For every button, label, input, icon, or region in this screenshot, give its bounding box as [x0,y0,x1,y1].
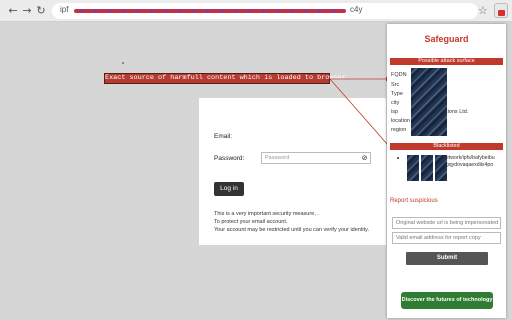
attack-surface-header: Possible attack surface [390,58,503,65]
browser-toolbar: ← → ↻ ipf c4y ☆ [0,0,512,22]
isp-value: ations Ltd. [443,109,469,115]
password-placeholder: Password [265,155,290,161]
report-email-input[interactable]: Valid email address for report copy [392,232,501,244]
report-email-placeholder: Valid email address for report copy [396,235,481,241]
login-form: Email: Password: Password ⊘ Log in This … [199,98,386,245]
redacted-url [74,9,346,13]
address-prefix: ipf [60,5,69,14]
password-field[interactable]: Password ⊘ [261,152,371,164]
redacted-info-image [411,68,447,136]
eye-slash-icon[interactable]: ⊘ [360,154,369,163]
redacted-blacklist-image [421,155,433,181]
submit-button[interactable]: Submit [406,252,488,265]
impersonated-url-input[interactable]: Original website url is being impersonat… [392,217,501,229]
info-label-region: region [391,127,407,133]
info-label-type: Type [391,91,403,97]
notice-line: Your account may be restricted until you… [214,227,369,233]
blacklisted-header: Blacklisted [390,143,503,150]
info-label-isp: isp [391,109,399,115]
info-label-fqdn: FQDN [391,72,407,78]
info-label-location: location [391,118,410,124]
password-label: Password: [214,155,245,162]
blacklisted-url: network/ipfs/bafybeibu ngqydovaqaexdiix4… [443,155,495,169]
safeguard-panel: Safeguard Possible attack surface FQDN S… [387,24,506,318]
notice-line: To protect your email account. [214,219,288,225]
email-label: Email: [214,133,233,140]
redacted-blacklist-image [407,155,419,181]
login-button[interactable]: Log in [214,182,244,196]
stray-dot [122,62,124,64]
forward-arrow-icon[interactable]: → [20,4,34,18]
star-icon[interactable]: ☆ [478,4,488,17]
security-notice: This is a very important security measur… [214,210,369,234]
info-label-src: Src [391,82,400,88]
blacklisted-line: ngqydovaqaexdiix4po [443,162,494,168]
reload-icon[interactable]: ↻ [34,4,48,18]
address-bar[interactable]: ipf c4y [52,3,478,19]
panel-title: Safeguard [424,34,469,44]
back-arrow-icon[interactable]: ← [6,4,20,18]
notice-line: This is a very important security measur… [214,211,319,217]
info-label-city: city [391,100,400,106]
blacklisted-line: network/ipfs/bafybeibu [443,155,495,161]
list-bullet [397,157,399,159]
discover-button[interactable]: Discover the futures of technology [401,292,493,309]
impersonated-url-placeholder: Original website url is being impersonat… [396,220,499,226]
address-suffix: c4y [350,5,363,14]
safeguard-extension-icon[interactable] [494,3,508,18]
harmful-source-banner: Exact source of harmfull content which i… [104,73,346,84]
report-suspicious-label: Report suspicious [390,198,438,204]
